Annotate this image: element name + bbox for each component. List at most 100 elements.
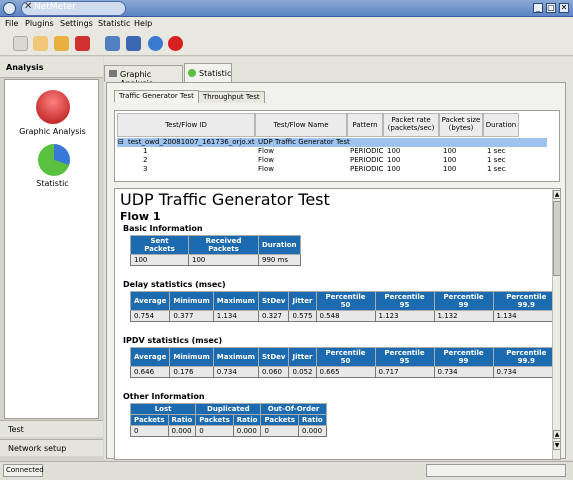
row-name: Flow	[258, 156, 274, 164]
col-name[interactable]: Test/Flow Name	[255, 113, 347, 137]
other-val: 0	[260, 425, 299, 437]
tab-graphic-analysis[interactable]: Graphic Analysis	[104, 65, 183, 88]
menu-settings[interactable]: Settings	[60, 19, 93, 28]
ipdv-val: 0.060	[257, 366, 290, 378]
statistic-panel: Traffic Generator Test Throughput Test T…	[106, 82, 566, 460]
table-row[interactable]: 2 Flow PERIODIC 100 100 1 sec	[117, 156, 547, 165]
tab-throughput[interactable]: Throughput Test	[198, 91, 265, 103]
network-icon[interactable]	[126, 36, 141, 51]
row-rate: 100	[387, 165, 401, 173]
sidebar-header[interactable]: Analysis	[0, 57, 103, 78]
other-val: 0.000	[297, 425, 327, 437]
col-pattern-label: Pattern	[352, 121, 378, 129]
delay-val: 0.377	[169, 310, 214, 322]
maximize-icon[interactable]: ▢	[546, 3, 556, 13]
refresh-icon[interactable]	[148, 36, 163, 51]
col-id[interactable]: Test/Flow ID	[117, 113, 255, 137]
other-val: 0	[195, 425, 234, 437]
delay-val: 0.327	[257, 310, 290, 322]
basic-val: 100	[130, 254, 189, 266]
delay-val: 1.134	[212, 310, 259, 322]
row-rate: 100	[387, 156, 401, 164]
delay-val: 0.754	[129, 310, 171, 322]
ipdv-col: Minimum	[169, 347, 214, 367]
sidebar-footer-network[interactable]: Network setup	[0, 439, 103, 456]
ipdv-col: StDev	[257, 347, 290, 367]
col-rate[interactable]: Packet rate (packets/sec)	[383, 113, 439, 137]
row-pattern: PERIODIC	[350, 165, 384, 173]
table-row[interactable]: 1 Flow PERIODIC 100 100 1 sec	[117, 147, 547, 156]
delay-val: 1.132	[433, 310, 494, 322]
sidebar-item-graphic-analysis[interactable]: Graphic Analysis	[5, 127, 100, 136]
basic-val: 990 ms	[258, 254, 301, 266]
toolbar	[0, 31, 573, 56]
open-folder-icon[interactable]	[105, 36, 120, 51]
other-col: Ratio	[297, 414, 327, 426]
other-col: Ratio	[232, 414, 262, 426]
edit-icon[interactable]	[54, 36, 69, 51]
tree-toggle-icon[interactable]: ⊟	[118, 138, 124, 146]
menu-file[interactable]: File	[5, 19, 18, 28]
sidebar-item-statistic[interactable]: Statistic	[5, 179, 100, 188]
row-duration: 1 sec	[487, 147, 506, 155]
scroll-thumb[interactable]	[553, 201, 560, 276]
sidebar-footer-test[interactable]: Test	[0, 420, 103, 437]
window-title: NetMeter	[34, 2, 76, 12]
left-sidebar: Analysis Graphic Analysis Statistic Test…	[0, 57, 103, 460]
power-icon[interactable]	[75, 36, 90, 51]
col-id-label: Test/Flow ID	[165, 121, 207, 129]
menu-plugins[interactable]: Plugins	[25, 19, 54, 28]
ipdv-val: 0.734	[433, 366, 494, 378]
basic-col: Received Packets	[188, 235, 259, 255]
basic-col: Sent Packets	[130, 235, 189, 255]
scroll-up-icon[interactable]: ▲	[553, 430, 560, 439]
report-title: UDP Traffic Generator Test	[120, 190, 330, 209]
row-rate: 100	[387, 147, 401, 155]
tab-traffic-generator[interactable]: Traffic Generator Test	[114, 90, 199, 102]
delay-val: 0.548	[315, 310, 376, 322]
close-icon[interactable]: ✕	[559, 3, 569, 13]
minimize-icon[interactable]: _	[533, 3, 543, 13]
ipdv-col: Percentile 99.9	[492, 347, 560, 367]
other-col: Ratio	[167, 414, 197, 426]
report-view[interactable]: UDP Traffic Generator Test Flow 1 Basic …	[114, 188, 561, 460]
table-row[interactable]: ⊟ test_owd_20081007_161736_orjo.xt UDP T…	[117, 138, 547, 147]
menu-help[interactable]: Help	[134, 19, 152, 28]
graphic-analysis-icon[interactable]	[36, 90, 70, 124]
report-scrollbar[interactable]: ▲ ▲ ▼	[552, 190, 560, 459]
row-id: 3	[143, 165, 148, 173]
row-size: 100	[443, 165, 457, 173]
ipdv-col: Average	[129, 347, 171, 367]
col-size[interactable]: Packet size (bytes)	[439, 113, 483, 137]
ipdv-val: 0.734	[212, 366, 259, 378]
row-pattern: PERIODIC	[350, 147, 384, 155]
ipdv-val: 0.646	[129, 366, 171, 378]
stop-icon[interactable]	[168, 36, 183, 51]
statistic-icon[interactable]	[38, 144, 70, 176]
ipdv-val: 0.052	[288, 366, 317, 378]
disabled-tool-icon[interactable]	[13, 36, 28, 51]
flow-heading: Flow 1	[120, 210, 161, 223]
other-col: Packets	[130, 414, 169, 426]
ipdv-col: Percentile 95	[374, 347, 435, 367]
search-icon[interactable]	[33, 36, 48, 51]
scroll-down-icon[interactable]: ▼	[553, 441, 560, 450]
delay-table: Average Minimum Maximum StDev Jitter Percenti…	[129, 291, 560, 322]
col-pattern[interactable]: Pattern	[347, 113, 383, 137]
col-duration[interactable]: Duration	[483, 113, 519, 137]
row-size: 100	[443, 156, 457, 164]
status-progress	[426, 464, 566, 477]
tab-statistic[interactable]: Statistic	[184, 63, 232, 82]
menu-statistic[interactable]: Statistic	[98, 19, 130, 28]
main-area: Graphic Analysis Statistic Traffic Gener…	[104, 57, 573, 460]
col-duration-label: Duration	[485, 121, 517, 129]
other-group: Lost	[129, 403, 197, 415]
other-group: Out-Of-Order	[260, 403, 327, 415]
delay-val: 1.134	[492, 310, 560, 322]
other-table: Lost Duplicated Out-Of-Order Packets Ratio P…	[129, 403, 327, 437]
scroll-up-icon[interactable]: ▲	[553, 190, 560, 199]
ipdv-col: Maximum	[212, 347, 259, 367]
table-row[interactable]: 3 Flow PERIODIC 100 100 1 sec	[117, 165, 547, 174]
window-menu-icon[interactable]	[3, 2, 16, 15]
ipdv-table: Average Minimum Maximum StDev Jitter Percenti…	[129, 347, 560, 378]
